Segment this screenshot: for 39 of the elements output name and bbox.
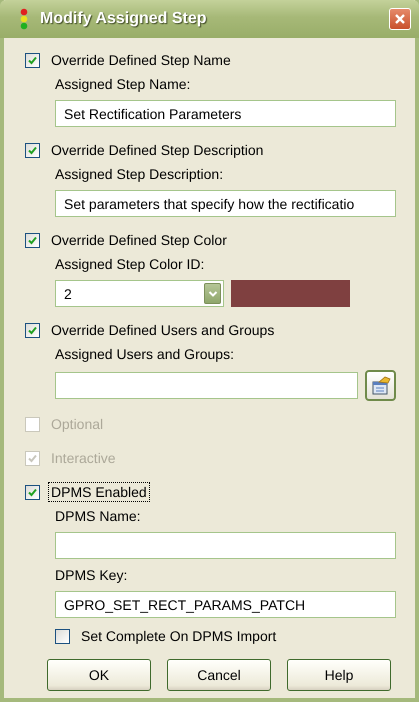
color-id-dropdown[interactable]: 2 [55,280,224,307]
field-label: DPMS Key: [55,566,128,585]
checkbox-label[interactable]: Override Defined Step Description [48,140,266,160]
checkbox[interactable] [25,232,40,248]
checkmark-icon [27,486,38,498]
checkbox[interactable] [55,628,70,644]
checkbox[interactable] [25,52,40,68]
input-field[interactable]: Set parameters that specify how the rectificatio [55,190,396,217]
input-field[interactable] [55,532,396,559]
dialog-button[interactable]: OK [47,659,151,691]
field-label: Assigned Users and Groups: [55,345,235,364]
checkmark-icon [27,324,38,336]
dialog-button[interactable]: Help [287,659,391,691]
checkbox-label[interactable]: DPMS Enabled [48,482,150,502]
checkbox-label[interactable]: Set Complete On DPMS Import [78,626,280,646]
input-field[interactable]: GPRO_SET_RECT_PARAMS_PATCH [55,591,396,618]
checkmark-icon [27,234,38,246]
checkbox-label[interactable]: Override Defined Step Name [48,50,234,70]
checkmark-icon [27,452,38,464]
checkbox-label[interactable]: Override Defined Step Color [48,230,230,250]
checkbox[interactable] [25,322,40,338]
form-icon [370,376,390,396]
dialog-button[interactable]: Cancel [167,659,271,691]
browse-button[interactable] [365,370,396,401]
traffic-light-icon [20,8,28,30]
checkbox[interactable] [25,484,40,500]
field-label: Assigned Step Name: [55,75,192,94]
input-field[interactable] [55,372,358,399]
checkbox[interactable] [25,142,40,158]
checkmark-icon [27,144,38,156]
checkmark-icon [27,54,38,66]
close-button[interactable] [389,8,411,30]
input-field[interactable]: Set Rectification Parameters [55,100,396,127]
close-icon [394,13,406,25]
field-label: DPMS Name: [55,507,142,526]
field-label: Assigned Step Description: [55,165,224,184]
window-title: Modify Assigned Step [40,10,208,28]
field-label: Assigned Step Color ID: [55,255,206,274]
checkbox-label[interactable]: Override Defined Users and Groups [48,320,278,340]
